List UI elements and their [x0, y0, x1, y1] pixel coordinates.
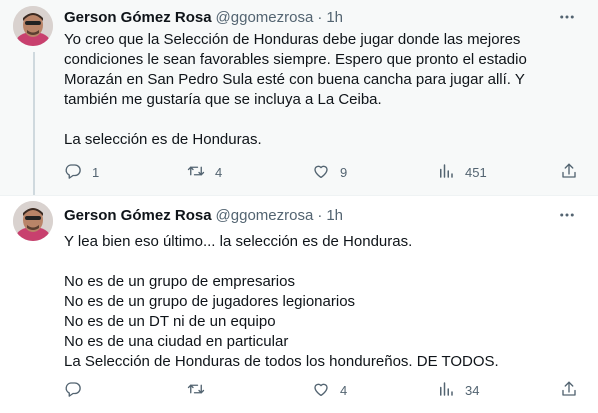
- views-button[interactable]: 451: [437, 162, 487, 182]
- text-line: Yo creo que la Selección de Honduras deb…: [64, 31, 521, 48]
- separator-dot: ·: [317, 8, 323, 26]
- view-count: 451: [465, 164, 487, 180]
- retweet-icon: [187, 162, 205, 183]
- more-horizontal-icon[interactable]: [558, 206, 576, 224]
- text-line: Morazán en San Pedro Sula esté con buena…: [64, 71, 525, 88]
- tweet-text: Yo creo que la Selección de Honduras deb…: [64, 30, 584, 150]
- reply-icon: [64, 380, 82, 401]
- reply-button[interactable]: 1: [64, 162, 99, 182]
- views-button[interactable]: 34: [437, 380, 479, 400]
- share-button[interactable]: [560, 162, 578, 182]
- share-button[interactable]: [560, 380, 578, 400]
- views-icon: [437, 162, 455, 183]
- tweet-header: Gerson Gómez Rosa @ggomezrosa · 1h: [64, 7, 343, 27]
- avatar[interactable]: [13, 6, 53, 46]
- tweet-header: Gerson Gómez Rosa @ggomezrosa · 1h: [64, 205, 343, 225]
- heart-icon: [312, 380, 330, 401]
- action-bar: 4 34: [64, 380, 584, 400]
- like-button[interactable]: 9: [312, 162, 347, 182]
- author-name[interactable]: Gerson Gómez Rosa: [64, 9, 212, 26]
- thread-connector: [33, 52, 35, 198]
- retweet-icon: [187, 380, 205, 401]
- like-count: 9: [340, 164, 348, 180]
- view-count: 34: [465, 382, 480, 398]
- heart-icon: [312, 162, 330, 183]
- reply-icon: [64, 162, 82, 183]
- timestamp[interactable]: 1h: [326, 9, 343, 26]
- separator-dot: ·: [317, 206, 323, 224]
- reply-count: 1: [92, 164, 100, 180]
- action-bar: 1 4 9 451: [64, 162, 584, 182]
- timestamp[interactable]: 1h: [326, 207, 343, 224]
- text-line: también me gustaría que se incluya a La …: [64, 91, 382, 108]
- more-horizontal-icon[interactable]: [558, 8, 576, 26]
- text-line: La selección es de Honduras.: [64, 131, 262, 148]
- text-line: No es de un DT ni de un equipo: [64, 313, 276, 330]
- retweet-button[interactable]: 4: [187, 162, 222, 182]
- tweet-text: Y lea bien eso último... la selección es…: [64, 232, 584, 372]
- author-handle[interactable]: @ggomezrosa: [216, 9, 314, 26]
- text-line: Y lea bien eso último... la selección es…: [64, 233, 413, 250]
- tweet[interactable]: Gerson Gómez Rosa @ggomezrosa · 1h Yo cr…: [0, 0, 598, 198]
- author-name[interactable]: Gerson Gómez Rosa: [64, 207, 212, 224]
- retweet-count: 4: [215, 164, 223, 180]
- share-icon: [560, 162, 578, 183]
- author-handle[interactable]: @ggomezrosa: [216, 207, 314, 224]
- like-button[interactable]: 4: [312, 380, 347, 400]
- text-line: No es de un grupo de jugadores legionari…: [64, 293, 356, 310]
- share-icon: [560, 380, 578, 401]
- text-line: No es de una ciudad en particular: [64, 333, 289, 350]
- like-count: 4: [340, 382, 348, 398]
- text-line: La Selección de Honduras de todos los ho…: [64, 353, 499, 370]
- tweet[interactable]: Gerson Gómez Rosa @ggomezrosa · 1h Y lea…: [0, 195, 598, 413]
- retweet-button[interactable]: [187, 380, 215, 400]
- text-line: condiciones le sean favorables siempre. …: [64, 51, 527, 68]
- avatar[interactable]: [13, 201, 53, 241]
- reply-button[interactable]: [64, 380, 92, 400]
- views-icon: [437, 380, 455, 401]
- text-line: No es de un grupo de empresarios: [64, 273, 295, 290]
